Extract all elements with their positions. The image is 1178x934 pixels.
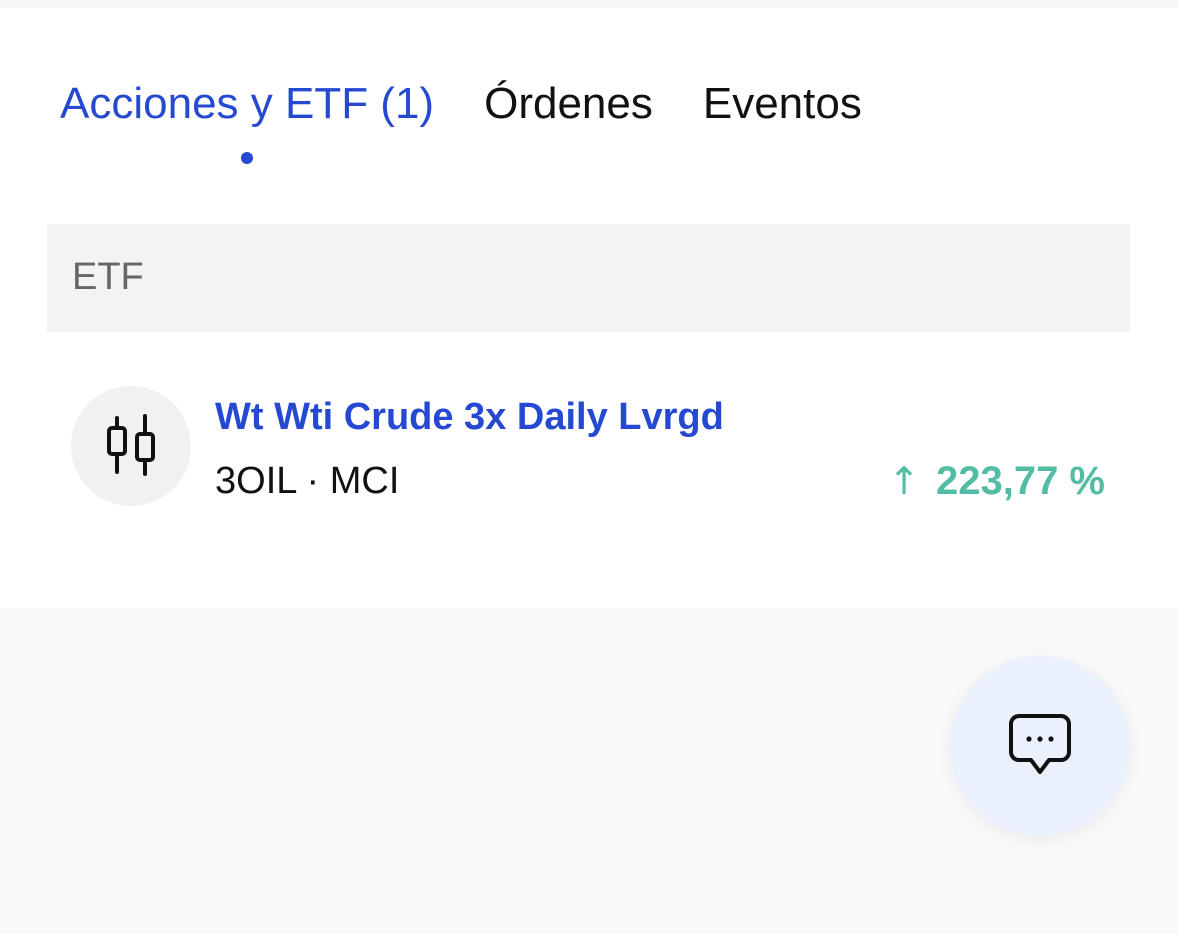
section-label: ETF xyxy=(72,256,144,298)
arrow-up-icon: ↑ xyxy=(888,459,920,503)
list-item[interactable]: Wt Wti Crude 3x Daily Lvrgd 3OIL · MCI ↑… xyxy=(47,358,1130,548)
instrument-ticker-exchange: 3OIL · MCI xyxy=(215,460,400,502)
instrument-avatar xyxy=(71,386,191,506)
candlestick-icon xyxy=(107,414,155,476)
top-strip xyxy=(0,0,1178,8)
holdings-card: Acciones y ETF (1) Órdenes Eventos ETF W… xyxy=(0,8,1178,608)
tab-eventos-label: Eventos xyxy=(702,79,862,128)
tab-bar: Acciones y ETF (1) Órdenes Eventos xyxy=(60,78,912,164)
tab-acciones-etf[interactable]: Acciones y ETF (1) xyxy=(60,78,435,164)
instrument-name: Wt Wti Crude 3x Daily Lvrgd xyxy=(215,396,724,438)
price-change-value: 223,77 % xyxy=(935,459,1105,503)
tab-eventos[interactable]: Eventos xyxy=(703,78,862,130)
active-tab-indicator xyxy=(241,152,254,164)
section-header-etf: ETF xyxy=(47,224,1130,332)
chat-button[interactable] xyxy=(950,656,1130,836)
chat-bubble-icon xyxy=(1009,714,1071,774)
tab-ordenes-label: Órdenes xyxy=(484,79,653,128)
price-change: ↑ 223,77 % xyxy=(888,458,1105,504)
tab-acciones-etf-label: Acciones y ETF (1) xyxy=(60,79,435,128)
tab-ordenes[interactable]: Órdenes xyxy=(484,78,653,130)
